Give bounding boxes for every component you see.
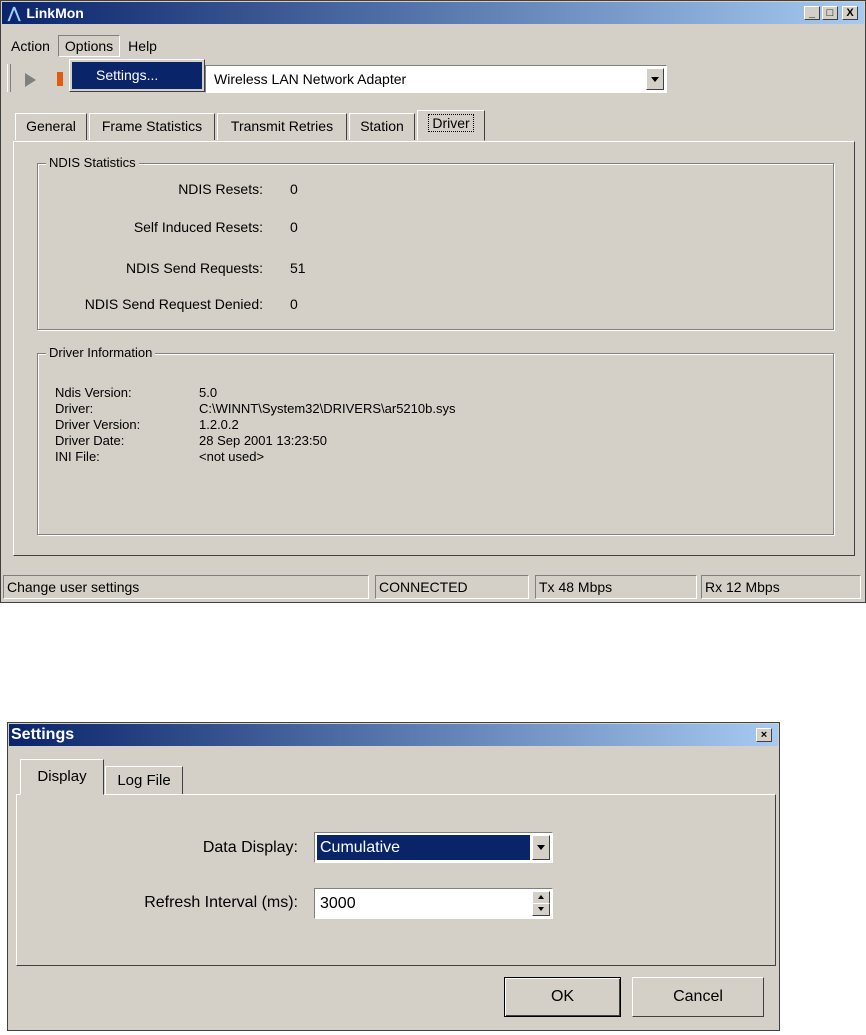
status-tx-rate: Tx 48 Mbps <box>535 575 697 599</box>
play-icon[interactable] <box>25 73 36 87</box>
spin-down-icon[interactable] <box>532 903 550 916</box>
tab-strip: General Frame Statistics Transmit Retrie… <box>15 110 855 143</box>
menu-help[interactable]: Help <box>122 36 163 56</box>
status-connection: CONNECTED <box>375 575 529 599</box>
tab-frame-statistics[interactable]: Frame Statistics <box>89 113 215 140</box>
ndis-send-request-denied-value: 0 <box>290 296 298 312</box>
ndis-send-request-denied-label: NDIS Send Request Denied: <box>84 296 263 312</box>
ndis-resets-label: NDIS Resets: <box>178 181 263 197</box>
driver-version-label: Driver Version: <box>55 417 141 432</box>
ndis-version-label: Ndis Version: <box>55 385 132 400</box>
linkmon-title-bar[interactable]: ⋀ LinkMon _ □ X <box>2 2 864 24</box>
data-display-value: Cumulative <box>320 839 401 856</box>
ini-file-label: INI File: <box>55 449 100 464</box>
chevron-down-icon[interactable] <box>646 68 664 90</box>
tab-driver[interactable]: Driver <box>417 110 485 141</box>
tab-driver-label: Driver <box>428 114 474 132</box>
settings-tab-log-file[interactable]: Log File <box>105 766 183 795</box>
adapter-select[interactable]: Wireless LAN Network Adapter <box>205 65 667 93</box>
tab-general[interactable]: General <box>15 113 87 140</box>
driver-label: Driver: <box>55 401 94 416</box>
ndis-statistics-legend: NDIS Statistics <box>46 155 139 170</box>
self-induced-resets-label: Self Induced Resets: <box>133 219 263 235</box>
settings-tab-panel: Data Display: Cumulative Refresh Interva… <box>16 794 776 966</box>
linkmon-window: ⋀ LinkMon _ □ X Action Options Help Wire… <box>0 0 866 603</box>
tab-station[interactable]: Station <box>349 113 415 140</box>
data-display-selected: Cumulative <box>317 835 530 860</box>
settings-dialog: Settings × Display Log File Data Display… <box>7 722 780 1031</box>
menu-options[interactable]: Options <box>57 35 121 57</box>
stop-icon[interactable] <box>57 72 63 86</box>
ndis-resets-value: 0 <box>290 181 298 197</box>
menu-item-settings[interactable]: Settings... <box>72 62 202 89</box>
driver-information-legend: Driver Information <box>46 345 156 360</box>
refresh-interval-spinner[interactable] <box>532 891 550 916</box>
refresh-interval-value: 3000 <box>320 895 356 912</box>
status-rx-rate: Rx 12 Mbps <box>701 575 861 599</box>
driver-date-value: 28 Sep 2001 13:23:50 <box>199 433 327 448</box>
status-message: Change user settings <box>3 575 369 599</box>
window-title: LinkMon <box>26 5 84 21</box>
minimize-button[interactable]: _ <box>804 6 820 20</box>
menu-item-settings-label: Settings... <box>96 67 159 83</box>
refresh-interval-input[interactable]: 3000 <box>314 888 553 919</box>
settings-tab-display[interactable]: Display <box>20 759 104 795</box>
close-button[interactable]: X <box>842 6 858 20</box>
settings-title-bar[interactable]: Settings × <box>9 724 778 746</box>
driver-date-label: Driver Date: <box>55 433 125 448</box>
settings-tab-display-label: Display <box>37 768 87 785</box>
adapter-select-value: Wireless LAN Network Adapter <box>214 71 407 87</box>
cancel-button-label: Cancel <box>673 988 723 1005</box>
data-display-label: Data Display: <box>202 839 298 856</box>
settings-close-button[interactable]: × <box>756 728 772 742</box>
ndis-send-requests-value: 51 <box>290 260 306 276</box>
settings-title: Settings <box>11 726 75 743</box>
ndis-statistics-group: NDIS Statistics NDIS Resets: 0 Self Indu… <box>37 155 834 330</box>
app-logo-icon: ⋀ <box>8 5 21 22</box>
tab-transmit-retries[interactable]: Transmit Retries <box>217 113 347 140</box>
maximize-button[interactable]: □ <box>822 6 838 20</box>
status-bar: Change user settings CONNECTED Tx 48 Mbp… <box>3 575 863 599</box>
driver-version-value: 1.2.0.2 <box>199 417 239 432</box>
ini-file-value: <not used> <box>199 449 265 464</box>
data-display-select[interactable]: Cumulative <box>314 832 553 863</box>
self-induced-resets-value: 0 <box>290 219 298 235</box>
cancel-button[interactable]: Cancel <box>632 977 764 1017</box>
ndis-send-requests-label: NDIS Send Requests: <box>126 260 263 276</box>
options-menu: Settings... <box>69 59 205 92</box>
tab-panel-driver: NDIS Statistics NDIS Resets: 0 Self Indu… <box>13 141 855 556</box>
refresh-interval-label: Refresh Interval (ms): <box>144 894 298 911</box>
menu-action[interactable]: Action <box>5 36 56 56</box>
menu-bar: Action Options Help <box>5 34 163 58</box>
driver-information-group: Driver Information Ndis Version: 5.0 Dri… <box>37 345 834 535</box>
ok-button-label: OK <box>550 988 575 1005</box>
driver-value: C:\WINNT\System32\DRIVERS\ar5210b.sys <box>199 401 456 416</box>
ok-button[interactable]: OK <box>504 977 621 1017</box>
chevron-down-icon[interactable] <box>532 835 550 860</box>
ndis-version-value: 5.0 <box>199 385 218 400</box>
toolbar-grip <box>7 64 11 92</box>
